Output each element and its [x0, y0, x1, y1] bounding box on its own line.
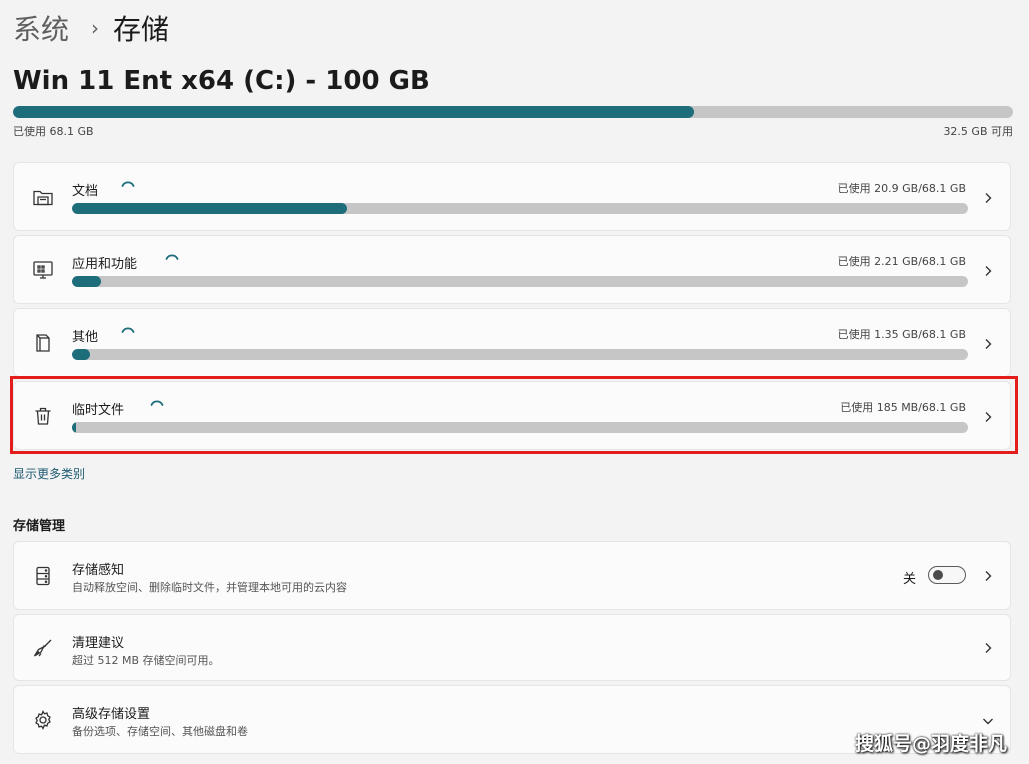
category-apps[interactable]: 应用和功能 已使用 2.21 GB/68.1 GB — [13, 235, 1011, 304]
page-title: 存储 — [113, 13, 170, 46]
folder-icon — [32, 186, 54, 208]
category-usage-fill — [72, 203, 348, 214]
drive-free-text: 32.5 GB 可用 — [943, 125, 1013, 138]
chevron-right-icon — [982, 570, 994, 582]
category-usage-bar — [72, 349, 968, 360]
drive-usage-bar — [13, 106, 1013, 118]
show-more-categories-link[interactable]: 显示更多类别 — [13, 465, 85, 482]
drive-used-text: 已使用 68.1 GB — [13, 125, 94, 138]
category-documents[interactable]: 文档 已使用 20.9 GB/68.1 GB — [13, 162, 1011, 231]
breadcrumb-parent-system[interactable]: 系统 — [13, 8, 69, 48]
category-used-text: 已使用 185 MB/68.1 GB — [840, 401, 966, 414]
chevron-right-icon — [982, 192, 994, 204]
category-used-text: 已使用 2.21 GB/68.1 GB — [837, 255, 966, 268]
cleanup-subtitle: 超过 512 MB 存储空间可用。 — [72, 654, 220, 667]
chevron-right-icon — [982, 338, 994, 350]
storage-sense-toggle[interactable] — [928, 566, 966, 584]
chevron-right-icon — [982, 411, 994, 423]
storage-sense-row[interactable]: 存储感知 自动释放空间、删除临时文件，并管理本地可用的云内容 关 — [13, 541, 1011, 610]
other-icon — [32, 332, 54, 354]
category-used-text: 已使用 1.35 GB/68.1 GB — [837, 328, 966, 341]
category-usage-bar — [72, 276, 968, 287]
category-label: 应用和功能 — [72, 257, 138, 272]
category-usage-fill — [72, 422, 76, 433]
category-usage-fill — [72, 349, 90, 360]
apps-icon — [32, 259, 54, 281]
trash-icon — [32, 405, 54, 427]
cleanup-title: 清理建议 — [72, 636, 125, 651]
storage-sense-title: 存储感知 — [72, 563, 125, 578]
category-temp-files[interactable]: 临时文件 已使用 185 MB/68.1 GB — [13, 381, 1011, 450]
chevron-down-icon — [982, 715, 994, 727]
loading-spinner-icon — [120, 325, 136, 341]
gear-icon — [32, 709, 54, 731]
storage-sense-toggle-label: 关 — [902, 572, 916, 587]
loading-spinner-icon — [120, 179, 136, 195]
advanced-storage-title: 高级存储设置 — [72, 707, 151, 722]
watermark: 搜狐号@羽度非凡 — [854, 733, 1007, 755]
chevron-right-icon — [982, 265, 994, 277]
drive-title: Win 11 Ent x64 (C:) - 100 GB — [13, 66, 430, 96]
loading-spinner-icon — [149, 398, 165, 414]
category-label: 临时文件 — [72, 403, 125, 418]
category-other[interactable]: 其他 已使用 1.35 GB/68.1 GB — [13, 308, 1011, 377]
category-usage-fill — [72, 276, 101, 287]
breadcrumb-separator-icon: › — [91, 16, 100, 40]
category-usage-bar — [72, 203, 968, 214]
category-usage-bar — [72, 422, 968, 433]
storage-sense-subtitle: 自动释放空间、删除临时文件，并管理本地可用的云内容 — [72, 581, 347, 594]
category-used-text: 已使用 20.9 GB/68.1 GB — [837, 182, 966, 195]
breadcrumb: 系统 › 存储 — [13, 8, 169, 48]
advanced-storage-subtitle: 备份选项、存储空间、其他磁盘和卷 — [72, 725, 248, 738]
toggle-knob — [933, 570, 943, 580]
section-title-storage-management: 存储管理 — [13, 519, 66, 534]
storage-sense-icon — [32, 565, 54, 587]
category-label: 其他 — [72, 330, 99, 345]
chevron-right-icon — [982, 642, 994, 654]
category-label: 文档 — [72, 184, 99, 199]
broom-icon — [32, 637, 54, 659]
drive-usage-fill — [13, 106, 694, 118]
loading-spinner-icon — [164, 252, 180, 268]
cleanup-recommendations-row[interactable]: 清理建议 超过 512 MB 存储空间可用。 — [13, 614, 1011, 681]
